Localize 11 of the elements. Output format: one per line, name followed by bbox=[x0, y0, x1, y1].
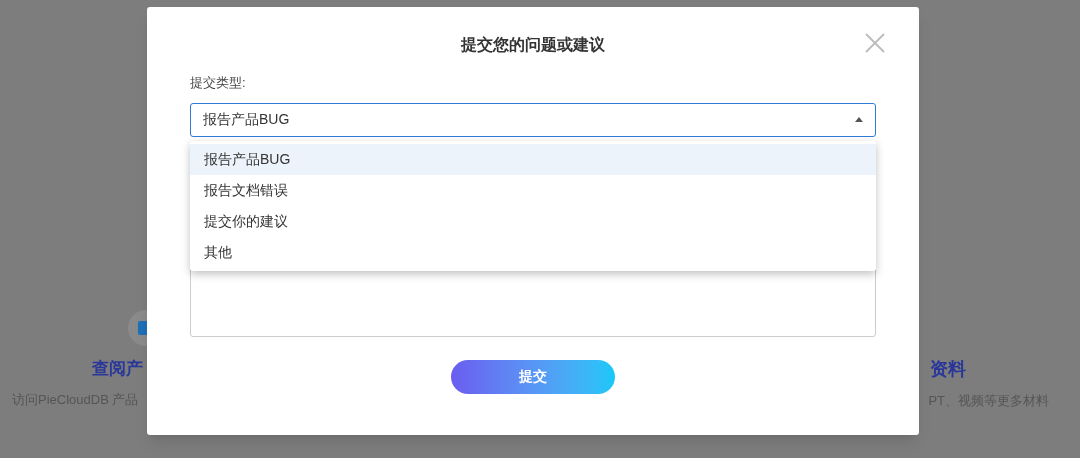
field-label: 提交类型: bbox=[190, 74, 247, 92]
dropdown-option[interactable]: 报告文档错误 bbox=[190, 174, 876, 206]
type-select[interactable]: 报告产品BUG bbox=[190, 102, 876, 137]
dropdown-option[interactable]: 提交你的建议 bbox=[190, 205, 876, 237]
dialog-title: 提交您的问题或建议 bbox=[461, 35, 605, 55]
caret-icon bbox=[855, 117, 863, 122]
close-icon[interactable] bbox=[865, 33, 885, 53]
dropdown-option[interactable]: 报告产品BUG bbox=[190, 143, 876, 175]
section-title: 资料 bbox=[930, 358, 967, 381]
section-title: 查阅产 bbox=[92, 358, 144, 380]
dropdown-option[interactable]: 其他 bbox=[190, 236, 876, 268]
